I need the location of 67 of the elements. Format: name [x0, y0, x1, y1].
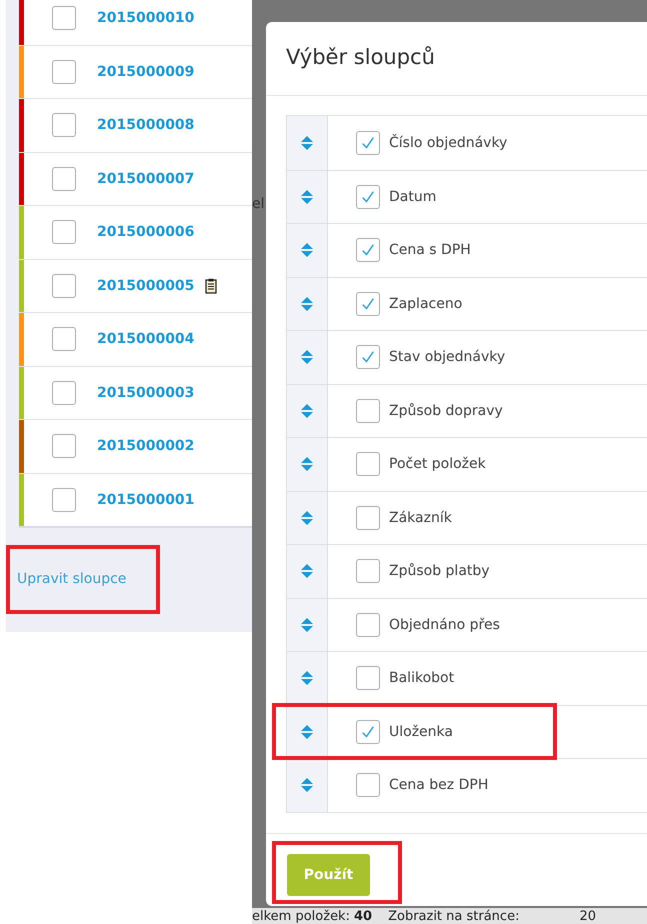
- column-label: Cena s DPH: [389, 242, 471, 258]
- drag-handle-icon[interactable]: [301, 457, 313, 472]
- total-count: 40: [354, 908, 372, 924]
- order-number-link[interactable]: 2015000007: [97, 170, 194, 187]
- checkbox[interactable]: [356, 773, 380, 798]
- drag-handle-icon[interactable]: [301, 724, 313, 739]
- checkbox[interactable]: [356, 559, 380, 584]
- checkbox[interactable]: [356, 345, 380, 370]
- order-number-link[interactable]: 2015000001: [97, 492, 194, 508]
- drag-handle-icon[interactable]: [301, 778, 313, 792]
- column-label: Způsob dopravy: [389, 402, 503, 419]
- checkbox[interactable]: [356, 292, 380, 316]
- order-number-link[interactable]: 2015000002: [97, 438, 194, 454]
- drag-handle-icon[interactable]: [301, 404, 313, 418]
- column-label: Datum: [389, 188, 436, 205]
- column-label: Uloženka: [389, 724, 453, 740]
- drag-handle-icon[interactable]: [301, 510, 313, 525]
- checkbox[interactable]: [52, 380, 76, 405]
- column-label: Cena bez DPH: [389, 777, 488, 794]
- checkbox[interactable]: [356, 452, 380, 476]
- column-label: Číslo objednávky: [389, 134, 508, 151]
- checkbox[interactable]: [356, 666, 380, 690]
- checkbox[interactable]: [356, 130, 380, 155]
- drag-handle-icon[interactable]: [301, 671, 313, 686]
- column-label: Balikobot: [389, 670, 454, 686]
- column-label: Počet položek: [389, 456, 486, 472]
- checkbox[interactable]: [356, 398, 380, 423]
- checkbox[interactable]: [52, 113, 76, 138]
- drag-handle-icon[interactable]: [301, 190, 313, 204]
- background-text: el: [252, 196, 265, 212]
- drag-handle-icon[interactable]: [301, 136, 313, 150]
- checkbox[interactable]: [356, 184, 380, 209]
- order-number-link[interactable]: 2015000004: [97, 331, 194, 348]
- column-label: Zaplaceno: [389, 296, 462, 312]
- order-number-link[interactable]: 2015000009: [97, 64, 194, 80]
- dialog-title: Výběr sloupců: [266, 22, 647, 96]
- column-label: Stav objednávky: [389, 349, 506, 366]
- order-number-link[interactable]: 2015000010: [97, 10, 194, 26]
- checkbox[interactable]: [356, 238, 380, 262]
- per-page-value: 20: [579, 908, 596, 924]
- drag-handle-icon[interactable]: [301, 618, 313, 632]
- order-number-link[interactable]: 2015000005: [97, 278, 194, 294]
- total-label: elkem položek:: [252, 908, 350, 924]
- checkbox[interactable]: [356, 720, 380, 744]
- checkbox[interactable]: [356, 506, 380, 530]
- apply-button[interactable]: Použít: [287, 854, 370, 896]
- drag-handle-icon[interactable]: [301, 296, 313, 311]
- edit-columns-link[interactable]: Upravit sloupce: [17, 571, 126, 587]
- checkbox[interactable]: [52, 220, 76, 244]
- checkbox[interactable]: [356, 612, 380, 637]
- drag-handle-icon[interactable]: [301, 243, 313, 258]
- order-number-link[interactable]: 2015000006: [97, 224, 194, 240]
- drag-handle-icon[interactable]: [301, 564, 313, 578]
- order-number-link[interactable]: 2015000008: [97, 117, 194, 134]
- checkbox[interactable]: [52, 488, 76, 512]
- checkbox[interactable]: [52, 274, 76, 298]
- checkbox[interactable]: [52, 60, 76, 84]
- checkbox[interactable]: [52, 327, 76, 352]
- checkbox[interactable]: [52, 434, 76, 458]
- checkbox[interactable]: [52, 166, 76, 191]
- checkbox[interactable]: [52, 6, 76, 30]
- drag-handle-icon[interactable]: [301, 350, 313, 364]
- column-label: Objednáno přes: [389, 616, 500, 633]
- column-label: Způsob platby: [389, 563, 490, 580]
- per-page-label: Zobrazit na stránce:: [388, 908, 520, 924]
- order-number-link[interactable]: 2015000003: [97, 384, 194, 401]
- column-label: Zákazník: [389, 510, 452, 526]
